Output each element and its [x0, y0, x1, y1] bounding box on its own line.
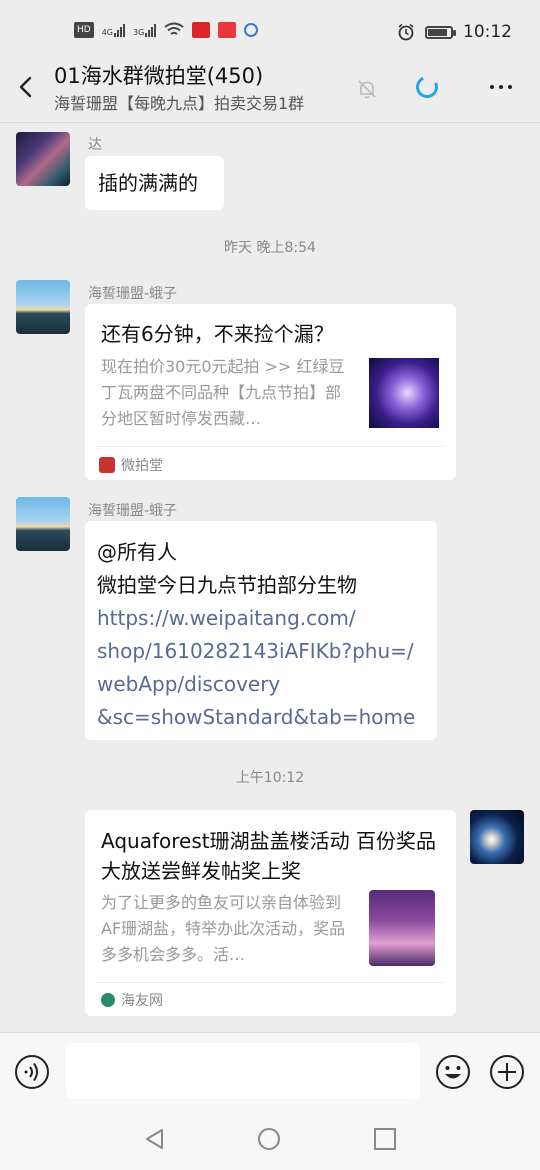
- message-bubble[interactable]: 插的满满的: [85, 156, 224, 210]
- wifi-icon: [164, 22, 184, 35]
- avatar[interactable]: [16, 497, 70, 551]
- app-notification-icon: [244, 23, 259, 37]
- card-divider: [97, 982, 444, 983]
- card-thumbnail: [369, 358, 439, 428]
- card-title: 还有6分钟，不来捡个漏？: [101, 322, 334, 346]
- nav-recents-icon[interactable]: [373, 1127, 397, 1151]
- message-link[interactable]: &sc=showStandard&tab=home: [97, 701, 415, 734]
- card-source: 微拍堂: [99, 455, 163, 475]
- link-card[interactable]: Aquaforest珊湖盐盖楼活动 百份奖品大放送尝鲜发帖奖上奖 为了让更多的鱼…: [85, 810, 456, 1016]
- emoji-icon[interactable]: [435, 1054, 471, 1090]
- message-link[interactable]: https://w.weipaitang.com/: [97, 602, 415, 635]
- sender-name: 海誓珊盟-蛾子: [88, 503, 178, 519]
- hd-badge: HD: [74, 22, 94, 38]
- message-line: @所有人: [97, 540, 177, 564]
- nav-back-icon[interactable]: [143, 1127, 167, 1151]
- message-bubble[interactable]: @所有人 微拍堂今日九点节拍部分生物 https://w.weipaitang.…: [85, 521, 437, 740]
- card-divider: [97, 446, 444, 447]
- status-bar-left: HD 4G 3G: [74, 22, 259, 38]
- message-text: @所有人 微拍堂今日九点节拍部分生物 https://w.weipaitang.…: [97, 536, 415, 734]
- sender-name: 海誓珊盟-蛾子: [88, 286, 178, 302]
- chat-subtitle: 海誓珊盟【每晚九点】拍卖交易1群: [54, 94, 305, 113]
- signal-4g-icon: 4G: [102, 23, 125, 37]
- signal-3g-icon: 3G: [133, 23, 157, 37]
- message-text: 插的满满的: [98, 171, 198, 195]
- battery-icon: [425, 25, 456, 39]
- alarm-icon: [398, 23, 414, 41]
- avatar[interactable]: [470, 810, 524, 864]
- card-source: 海友网: [101, 990, 163, 1010]
- message-link[interactable]: shop/1610282143iAFIKb?phu=/: [97, 635, 415, 668]
- card-thumbnail: [369, 890, 435, 966]
- link-card[interactable]: 还有6分钟，不来捡个漏？ 现在拍价30元0元起拍 >> 红绿豆丁瓦两盘不同品种【…: [85, 304, 456, 480]
- card-title: Aquaforest珊湖盐盖楼活动 百份奖品大放送尝鲜发帖奖上奖: [101, 829, 436, 883]
- more-icon[interactable]: [490, 85, 512, 89]
- timestamp: 上午10:12: [235, 770, 305, 786]
- header-divider: [0, 122, 540, 123]
- weipaitang-logo-icon: [99, 457, 115, 473]
- add-more-icon[interactable]: [489, 1054, 525, 1090]
- back-arrow-icon[interactable]: [16, 76, 38, 98]
- message-link[interactable]: webApp/discovery: [97, 668, 415, 701]
- sender-name: 达: [88, 137, 102, 153]
- status-bar-right: 10:12: [397, 22, 512, 42]
- card-description: 现在拍价30元0元起拍 >> 红绿豆丁瓦两盘不同品种【九点节拍】部分地区暂时停发…: [101, 357, 345, 428]
- clock: 10:12: [463, 22, 512, 42]
- haiyouwang-logo-icon: [101, 993, 115, 1007]
- card-source-name: 海友网: [121, 993, 163, 1009]
- message-line: 微拍堂今日九点节拍部分生物: [97, 573, 357, 597]
- card-source-name: 微拍堂: [121, 458, 163, 474]
- app-notification-icon: [218, 22, 237, 38]
- chat-title: 01海水群微拍堂(450): [54, 64, 264, 88]
- app-notification-icon: [192, 22, 211, 38]
- avatar[interactable]: [16, 280, 70, 334]
- nav-home-icon[interactable]: [257, 1127, 281, 1151]
- mute-bell-icon: [358, 80, 376, 99]
- card-description: 为了让更多的鱼友可以亲自体验到AF珊湖盐，特举办此次活动，奖品多多机会多多。活…: [101, 893, 346, 964]
- message-input[interactable]: [66, 1043, 420, 1099]
- timestamp: 昨天 晚上8:54: [224, 240, 316, 256]
- voice-input-icon[interactable]: [14, 1054, 50, 1090]
- avatar[interactable]: [16, 132, 70, 186]
